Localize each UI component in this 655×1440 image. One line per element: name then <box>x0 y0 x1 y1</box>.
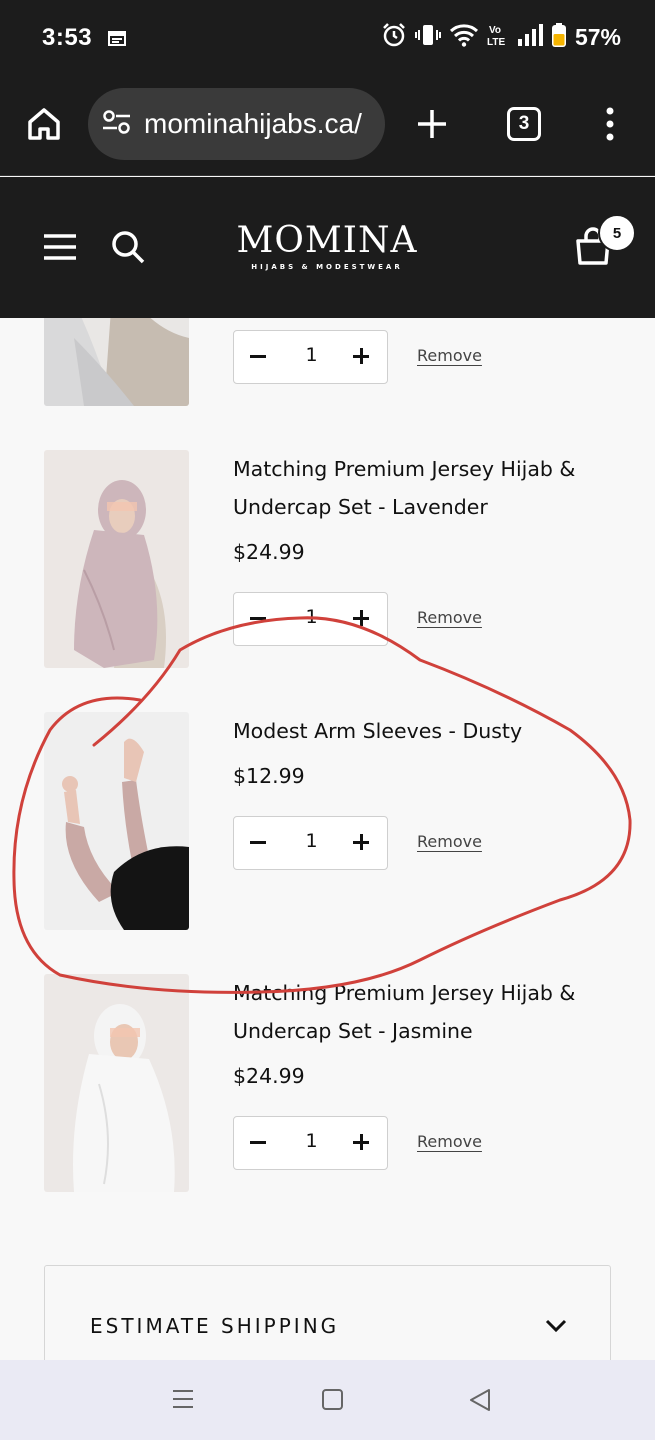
wifi-icon <box>449 23 479 51</box>
quantity-stepper: 1 <box>233 330 388 384</box>
status-icons: Vo LTE 57% <box>381 22 621 52</box>
battery-percent: 57% <box>574 23 621 50</box>
signal-icon <box>517 23 543 51</box>
product-price: $24.99 <box>233 540 305 564</box>
calendar-icon <box>108 30 126 50</box>
product-image[interactable] <box>44 712 189 930</box>
home-icon[interactable] <box>322 1389 343 1410</box>
product-title[interactable]: Matching Premium Jersey Hijab & Undercap… <box>233 974 623 1050</box>
remove-link[interactable]: Remove <box>417 1132 482 1151</box>
product-price: $12.99 <box>233 764 305 788</box>
quantity-stepper: 1 <box>233 816 388 870</box>
product-title[interactable]: Modest Arm Sleeves - Dusty <box>233 712 623 750</box>
cart-item-list: 1 Remove Matching Premium Jersey Hijab &… <box>0 318 655 1360</box>
address-bar[interactable]: mominahijabs.ca/ <box>88 88 385 160</box>
product-image[interactable] <box>44 974 189 1192</box>
logo-tagline: HIJABS & MODESTWEAR <box>251 263 403 271</box>
new-tab-icon[interactable] <box>414 106 450 142</box>
recents-icon[interactable] <box>172 1388 194 1410</box>
cart-item: Matching Premium Jersey Hijab & Undercap… <box>0 450 655 670</box>
increase-quantity-button[interactable] <box>353 834 369 850</box>
system-navigation-bar <box>0 1360 655 1440</box>
vibrate-icon <box>414 22 441 52</box>
svg-text:LTE: LTE <box>487 37 505 48</box>
status-time: 3:53 <box>42 24 93 51</box>
quantity-stepper: 1 <box>233 592 388 646</box>
increase-quantity-button[interactable] <box>353 348 369 364</box>
battery-icon <box>551 22 567 52</box>
search-icon[interactable] <box>110 229 146 265</box>
browser-home-icon[interactable] <box>26 106 62 142</box>
chevron-down-icon <box>545 1318 567 1333</box>
alarm-icon <box>381 22 407 52</box>
site-settings-icon[interactable] <box>102 109 132 139</box>
cart-count-badge: 5 <box>598 214 636 252</box>
product-image[interactable] <box>44 318 189 406</box>
site-logo[interactable]: MOMINA HIJABS & MODESTWEAR <box>232 220 422 272</box>
product-image[interactable] <box>44 450 189 668</box>
url-text: mominahijabs.ca/ <box>144 108 362 139</box>
increase-quantity-button[interactable] <box>353 610 369 626</box>
product-title[interactable]: Matching Premium Jersey Hijab & Undercap… <box>233 450 623 526</box>
status-bar: 3:53 Vo LTE 57% <box>0 0 655 78</box>
logo-text: MOMINA <box>236 220 418 261</box>
back-icon[interactable] <box>469 1388 491 1412</box>
quantity-stepper: 1 <box>233 1116 388 1170</box>
volte-icon: Vo LTE <box>487 22 509 52</box>
increase-quantity-button[interactable] <box>353 1134 369 1150</box>
cart-item: Modest Arm Sleeves - Dusty $12.99 1 Remo… <box>0 712 655 932</box>
overflow-menu-icon[interactable] <box>600 104 620 144</box>
remove-link[interactable]: Remove <box>417 832 482 851</box>
cart-item: Matching Premium Jersey Hijab & Undercap… <box>0 974 655 1194</box>
cart-item: 1 Remove <box>0 318 655 408</box>
site-header: MOMINA HIJABS & MODESTWEAR 5 <box>0 177 655 318</box>
tab-switcher-button[interactable]: 3 <box>507 107 541 141</box>
menu-icon[interactable] <box>42 232 78 262</box>
product-price: $24.99 <box>233 1064 305 1088</box>
remove-link[interactable]: Remove <box>417 346 482 365</box>
estimate-shipping-label: ESTIMATE SHIPPING <box>90 1314 340 1338</box>
remove-link[interactable]: Remove <box>417 608 482 627</box>
browser-toolbar: mominahijabs.ca/ 3 <box>0 78 655 176</box>
svg-text:Vo: Vo <box>489 25 501 36</box>
